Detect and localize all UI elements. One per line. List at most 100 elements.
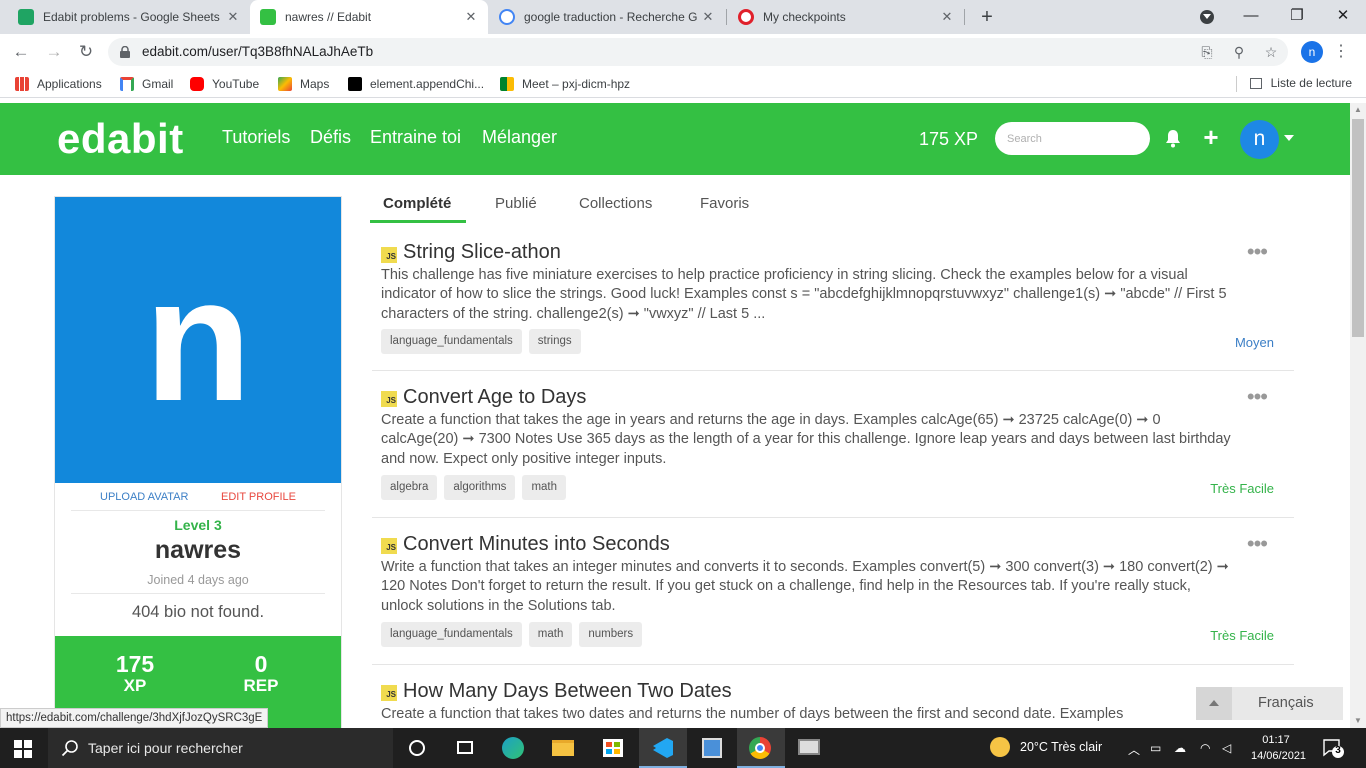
minimize-icon[interactable]: — [1228,0,1274,34]
difficulty-label: Très Facile [1210,481,1274,496]
vscode-icon[interactable] [639,728,687,768]
new-tab-button[interactable]: + [976,5,998,29]
bookmark-label: Meet – pxj-dicm-hpz [522,77,631,91]
link-status-url: https://edabit.com/challenge/3hdXjfJozQy… [0,708,269,728]
bookmark-label: element.appendChi... [370,77,485,91]
page-scrollbar[interactable]: ▲ ▼ [1350,103,1366,728]
close-tab-icon[interactable]: ✕ [940,9,954,25]
browser-tab[interactable]: My checkpoints ✕ [728,0,964,34]
cloud-icon[interactable]: ☁ [1174,741,1186,755]
nav-challenges[interactable]: Défis [310,127,351,148]
tab-title: Edabit problems - Google Sheets [43,10,220,24]
more-options-icon[interactable]: ••• [1247,531,1268,557]
wifi-icon[interactable]: ◠ [1200,741,1210,755]
restore-icon[interactable]: ❐ [1274,0,1320,34]
chrome-icon[interactable] [737,728,785,768]
app-icon[interactable] [688,728,736,768]
user-avatar[interactable]: n [1240,120,1279,159]
tag[interactable]: math [522,475,567,500]
browser-tab-active[interactable]: nawres // Edabit ✕ [250,0,488,34]
bookmark-applications[interactable]: Applications [15,76,102,92]
weather-text[interactable]: 20°C Très clair [1020,740,1102,754]
tag[interactable]: numbers [579,622,643,647]
browser-menu-icon[interactable]: ⋮ [1333,40,1349,64]
browser-toolbar: ← → ↻ edabit.com/user/Tq3B8fhNALaJhAeTb … [0,34,1366,70]
bookmark-youtube[interactable]: YouTube [190,76,259,92]
close-tab-icon[interactable]: ✕ [464,9,478,25]
tab-title: My checkpoints [763,10,846,24]
tag[interactable]: strings [528,329,581,354]
bookmark-label: Applications [37,77,102,91]
remote-desktop-icon[interactable] [785,728,833,768]
url-text[interactable]: edabit.com/user/Tq3B8fhNALaJhAeTb [142,38,373,66]
reading-list-button[interactable]: Liste de lecture [1249,76,1352,90]
browser-tab[interactable]: Edabit problems - Google Sheets ✕ [8,0,250,34]
scroll-up-icon[interactable]: ▲ [1350,103,1366,117]
xp-value: 175 [115,651,155,677]
forward-icon[interactable]: → [42,40,66,64]
challenge-card[interactable]: JS Convert Minutes into Seconds ••• Writ… [372,528,1294,665]
battery-icon[interactable]: ▭ [1150,741,1161,755]
search-input[interactable] [995,122,1150,155]
tag[interactable]: language_fundamentals [381,622,522,647]
bookmark-maps[interactable]: Maps [278,76,329,92]
bookmark-star-icon[interactable]: ☆ [1262,43,1280,61]
taskbar-search[interactable]: Taper ici pour rechercher [48,728,393,768]
tag[interactable]: math [528,622,573,647]
tab-completed[interactable]: Complété [383,195,451,212]
chevron-up-icon[interactable]: ︿ [1128,741,1140,758]
close-window-icon[interactable]: ✕ [1320,0,1366,34]
challenge-title[interactable]: Convert Minutes into Seconds [403,533,670,556]
chevron-up-icon[interactable] [1196,687,1232,720]
windows-start-icon[interactable] [14,740,32,758]
bookmark-meet[interactable]: Meet – pxj-dicm-hpz [500,76,630,92]
back-icon[interactable]: ← [9,40,33,64]
translate-icon[interactable]: ⎘ [1198,43,1216,61]
language-selector[interactable]: Français [1196,687,1343,720]
bookmark-gmail[interactable]: Gmail [120,76,173,92]
browser-tab[interactable]: google traduction - Recherche G ✕ [489,0,725,34]
store-icon[interactable] [589,728,637,768]
tab-favorites[interactable]: Favoris [700,195,749,212]
upload-avatar-link[interactable]: UPLOAD AVATAR [100,491,188,503]
tag[interactable]: language_fundamentals [381,329,522,354]
tab-search-icon[interactable] [1200,10,1214,24]
edit-profile-link[interactable]: EDIT PROFILE [221,491,296,503]
taskbar-clock[interactable]: 01:17 14/06/2021 [1251,732,1306,764]
nav-shuffle[interactable]: Mélanger [482,127,557,148]
cortana-icon[interactable] [393,728,441,768]
challenge-card[interactable]: JS Convert Age to Days ••• Create a func… [372,381,1294,518]
tag[interactable]: algorithms [444,475,516,500]
scrollbar-thumb[interactable] [1352,119,1364,337]
tab-published[interactable]: Publié [495,195,537,212]
challenge-title[interactable]: How Many Days Between Two Dates [403,680,732,703]
zoom-icon[interactable]: ⚲ [1230,43,1248,61]
chevron-down-icon[interactable] [1284,135,1294,141]
tab-collections[interactable]: Collections [579,195,652,212]
challenge-title[interactable]: Convert Age to Days [403,386,586,409]
more-options-icon[interactable]: ••• [1247,384,1268,410]
bookmark-element-append[interactable]: element.appendChi... [348,76,484,92]
challenge-card[interactable]: JS String Slice-athon ••• This challenge… [372,235,1294,371]
edabit-logo[interactable]: edabit [57,115,184,163]
bell-icon[interactable] [1163,127,1183,149]
nav-tutorials[interactable]: Tutoriels [222,127,290,148]
add-icon[interactable]: + [1201,123,1221,151]
challenge-tags: language_fundamentals strings [381,329,581,354]
tag[interactable]: algebra [381,475,438,500]
scroll-down-icon[interactable]: ▼ [1350,714,1366,728]
nav-practice[interactable]: Entraine toi [370,127,461,148]
close-tab-icon[interactable]: ✕ [226,9,240,25]
reload-icon[interactable]: ↻ [74,40,98,64]
challenge-title[interactable]: String Slice-athon [403,241,561,264]
volume-icon[interactable]: ◁ [1222,741,1231,755]
edge-icon[interactable] [489,728,537,768]
file-explorer-icon[interactable] [539,728,587,768]
close-tab-icon[interactable]: ✕ [701,9,715,25]
browser-profile-avatar[interactable]: n [1301,41,1323,63]
address-bar[interactable]: edabit.com/user/Tq3B8fhNALaJhAeTb ⎘ ⚲ ☆ [108,38,1288,66]
task-view-icon[interactable] [441,728,489,768]
challenge-card[interactable]: JS How Many Days Between Two Dates Creat… [372,675,1294,728]
more-options-icon[interactable]: ••• [1247,239,1268,265]
codepen-icon [348,77,362,91]
